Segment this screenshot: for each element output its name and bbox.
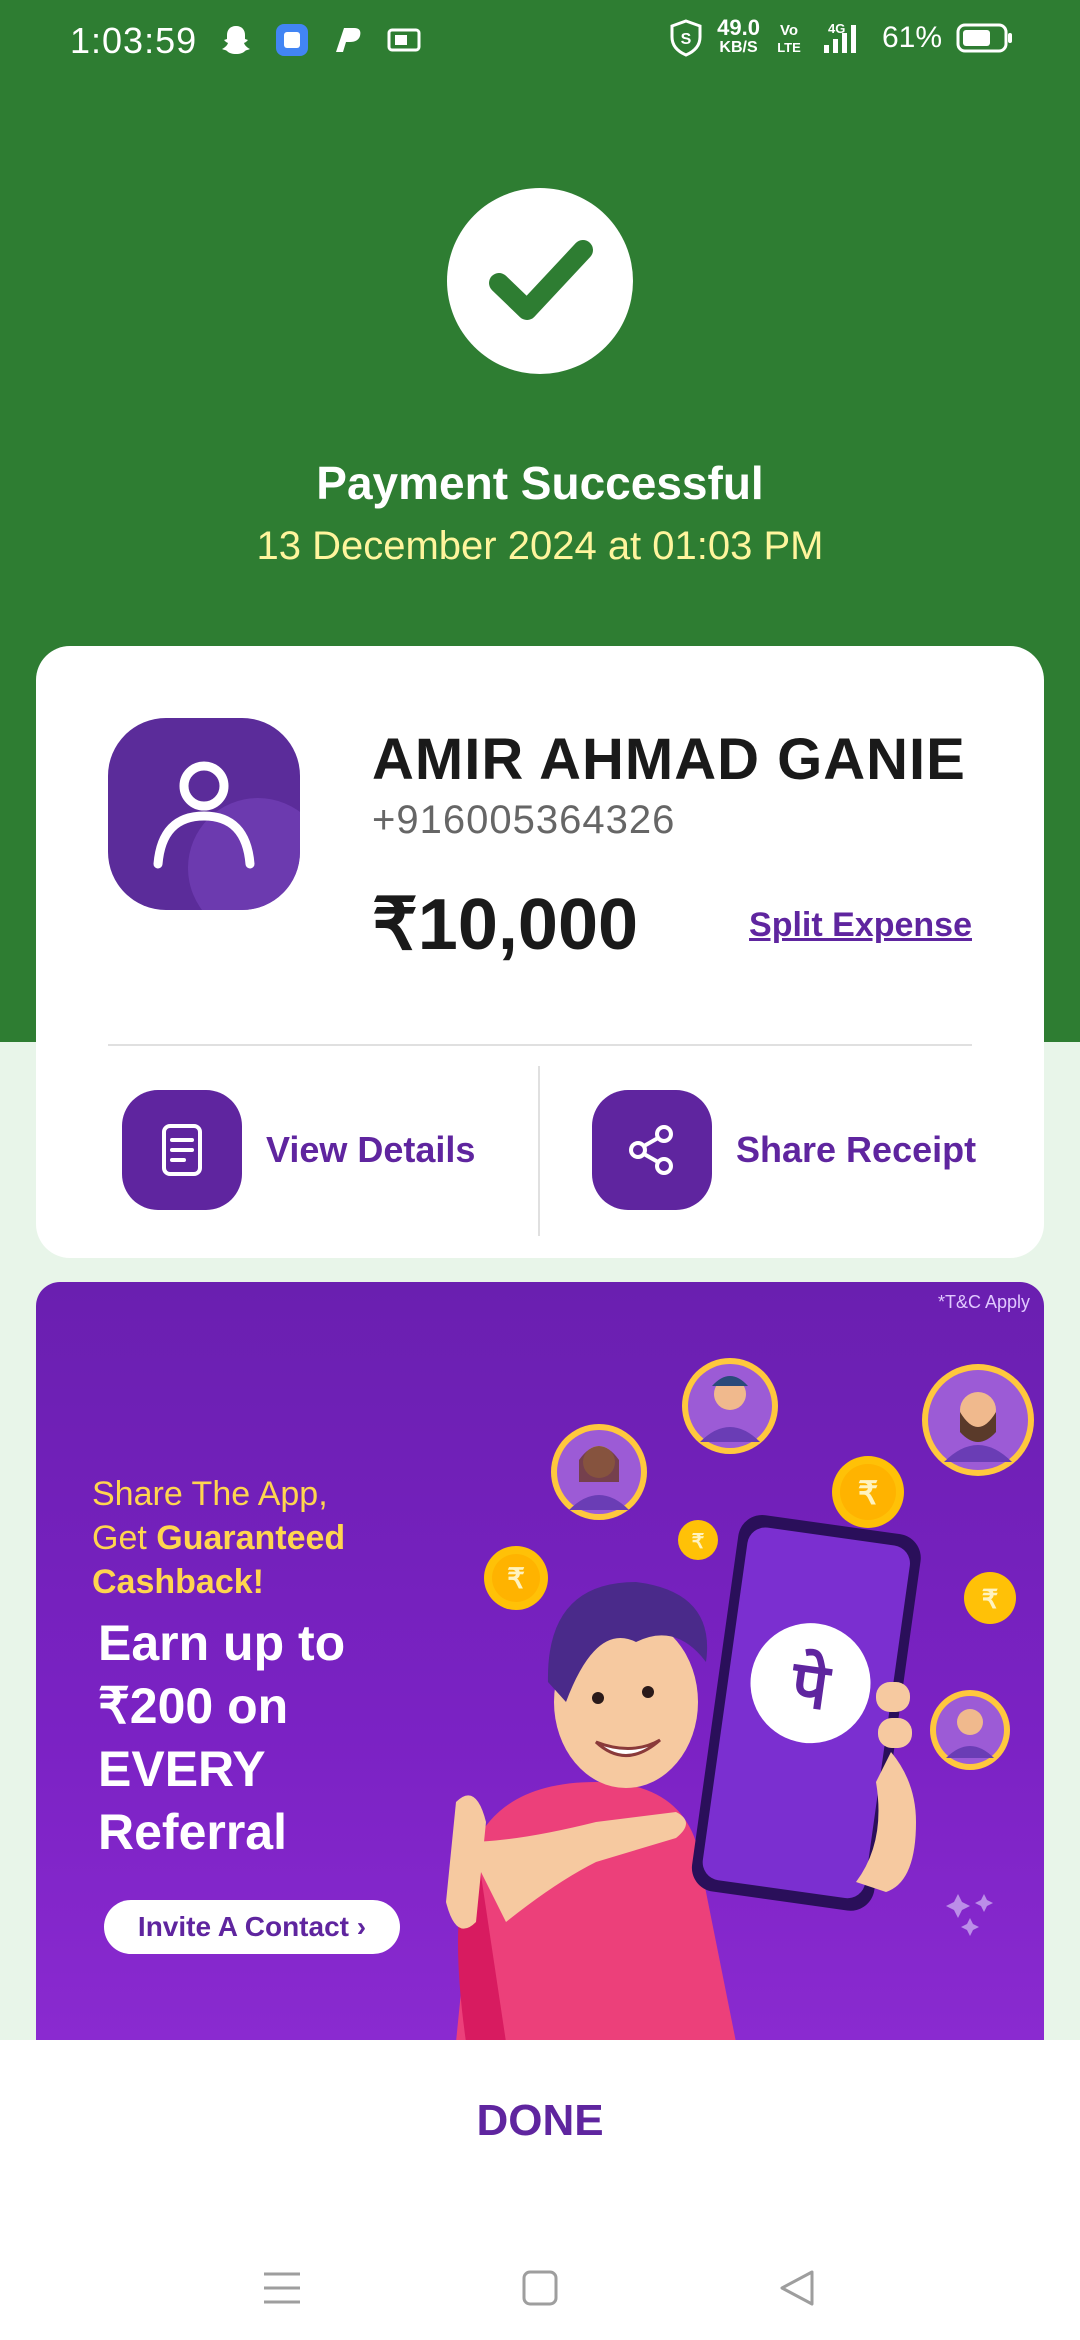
checkmark-icon (489, 240, 593, 320)
done-button[interactable]: DONE (0, 2096, 1080, 2146)
payment-card: AMIR AHMAD GANIE +916005364326 ₹10,000 S… (36, 646, 1044, 1258)
promo-line-2: Get Guaranteed (92, 1516, 345, 1560)
bottom-panel: DONE (0, 2040, 1080, 2340)
status-time: 1:03:59 (70, 20, 198, 61)
svg-text:Vo: Vo (780, 22, 798, 39)
share-receipt-label: Share Receipt (736, 1129, 977, 1170)
network-speed-value: 49.0 (717, 15, 760, 40)
cast-icon (387, 28, 421, 52)
payment-amount: ₹10,000 (372, 885, 639, 965)
svg-text:LTE: LTE (777, 40, 801, 55)
signal-icon: 4G (823, 21, 856, 53)
svg-text:₹: ₹ (692, 1531, 705, 1553)
menu-icon[interactable] (252, 2258, 312, 2318)
svg-text:₹: ₹ (858, 1475, 878, 1511)
coin-icon: ₹ (832, 1456, 904, 1528)
coin-icon: ₹ (964, 1572, 1016, 1624)
coin-icon: ₹ (678, 1520, 718, 1560)
share-icon (592, 1090, 712, 1210)
svg-text:₹: ₹ (507, 1563, 525, 1594)
user-icon (153, 761, 300, 910)
document-icon (122, 1090, 242, 1210)
promo-line-2-prefix: Get (92, 1519, 157, 1557)
card-divider (108, 1044, 972, 1046)
app-icon (276, 24, 308, 56)
home-icon[interactable] (510, 2258, 570, 2318)
volte-icon: VoLTE (777, 22, 801, 55)
avatar-bubble-icon (682, 1358, 778, 1454)
notification-icons (218, 22, 422, 58)
split-expense-link[interactable]: Split Expense (749, 906, 972, 945)
payment-datetime: 13 December 2024 at 01:03 PM (256, 524, 824, 568)
coin-icon: ₹ (484, 1546, 548, 1610)
promo-line-3: Cashback! (92, 1563, 264, 1601)
actions-divider (538, 1066, 540, 1236)
view-details-label: View Details (266, 1129, 476, 1170)
promo-line-1: Share The App, (92, 1475, 328, 1513)
battery-percent: 61% (881, 21, 942, 54)
invite-contact-button[interactable]: Invite A Contact › (104, 1900, 400, 1954)
view-details-button[interactable]: View Details (122, 1090, 475, 1210)
network-speed: 49.0 KB/S (717, 15, 760, 58)
payment-status-title: Payment Successful (316, 457, 764, 509)
status-bar: 1:03:59 S 49.0 KB/S Vo LTE 4G 61% (0, 0, 1080, 86)
avatar-bubble-icon (930, 1690, 1010, 1770)
svg-text:S: S (681, 31, 692, 48)
system-icons: S 49.0 KB/S Vo LTE 4G 61% (669, 15, 1014, 58)
promo-line-2-bold: Guaranteed (156, 1519, 346, 1557)
network-speed-unit: KB/S (719, 39, 758, 56)
paytm-icon (336, 28, 361, 52)
referral-banner[interactable]: *T&C Apply ₹ ₹ ₹ ₹ पे Share The App, Get… (36, 1282, 1044, 2042)
avatar-bubble-icon (551, 1424, 647, 1520)
avatar-bubble-icon (922, 1364, 1034, 1476)
shield-icon: S (670, 19, 702, 57)
back-icon[interactable] (768, 2258, 828, 2318)
promo-headline: Share The App, Get Guaranteed Cashback! (92, 1472, 345, 1604)
payee-phone: +916005364326 (372, 798, 676, 842)
battery-icon (956, 23, 1012, 53)
success-check-badge (447, 188, 633, 374)
payee-name: AMIR AHMAD GANIE (372, 727, 966, 792)
promo-offer-text: Earn up to ₹200 on EVERY Referral (98, 1615, 346, 1860)
snapchat-icon (222, 26, 250, 54)
avatar (108, 718, 300, 910)
share-receipt-button[interactable]: Share Receipt (592, 1090, 976, 1210)
system-navigation-bar (0, 2240, 1080, 2340)
svg-text:₹: ₹ (982, 1584, 999, 1614)
